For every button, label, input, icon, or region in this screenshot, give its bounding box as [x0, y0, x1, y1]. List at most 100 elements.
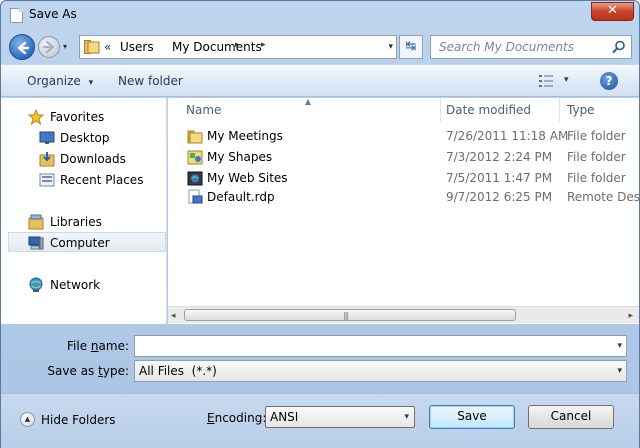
search-input[interactable]: Search My Documents [430, 35, 632, 59]
table-row[interactable]: My Shapes 7/3/2012 2:24 PM File folder [168, 147, 639, 167]
chevron-down-icon: ▾ [404, 412, 409, 422]
downloads-icon [39, 152, 55, 167]
file-name: My Web Sites [207, 171, 288, 185]
organize-label: Organize [27, 74, 81, 88]
hide-folders-button[interactable]: Hide Folders [41, 413, 116, 427]
forward-arrow-icon [42, 40, 55, 54]
label-accelerator: E [207, 411, 215, 425]
address-bar[interactable]: « Users ▸ My Documents ▸ ▾ [79, 35, 397, 59]
save-button[interactable]: Save [429, 405, 515, 429]
label-text: ncoding: [214, 411, 267, 425]
view-options-chevron-icon[interactable]: ▾ [564, 75, 569, 85]
sidebar-item-label: Desktop [60, 131, 110, 145]
sidebar-item-favorites[interactable]: Favorites [1, 107, 166, 127]
title-bar: Save As ✕ [1, 1, 639, 29]
label-text: File [67, 339, 91, 353]
column-header-name[interactable]: Name [186, 103, 221, 127]
column-divider[interactable] [440, 98, 441, 122]
table-row[interactable]: Default.rdp 9/7/2012 6:25 PM Remote Desk [168, 187, 640, 207]
dialog-footer: ▲ Hide Folders Encoding: ANSI ▾ Save Can… [1, 393, 639, 448]
save-as-type-label: Save as type: [21, 364, 129, 378]
sort-ascending-icon: ▲ [305, 97, 312, 106]
star-icon [28, 109, 44, 125]
overflow-chevron[interactable]: « [104, 40, 111, 54]
search-icon[interactable] [612, 40, 626, 54]
folder-icon [84, 40, 100, 54]
encoding-select[interactable]: ANSI ▾ [265, 406, 415, 428]
rdp-file-icon [188, 189, 203, 204]
navigation-bar: ▾ « Users ▸ My Documents ▸ ▾ ↹ Search My… [1, 29, 639, 63]
sidebar-item-downloads[interactable]: Downloads [1, 149, 166, 169]
scroll-right-icon[interactable]: ▸ [628, 311, 633, 321]
chevron-down-icon: ▾ [88, 78, 94, 88]
encoding-label: Encoding: [207, 411, 266, 425]
grip-icon: ||| [343, 311, 349, 320]
column-divider[interactable] [559, 98, 560, 122]
file-name: My Shapes [207, 150, 273, 164]
address-dropdown-icon[interactable]: ▾ [388, 42, 393, 52]
column-header-type[interactable]: Type [567, 103, 595, 127]
sidebar-item-desktop[interactable]: Desktop [1, 128, 166, 148]
file-date: 7/26/2011 11:18 AM [446, 129, 569, 143]
label-text: ame: [98, 339, 129, 353]
file-date: 9/7/2012 6:25 PM [446, 190, 553, 204]
libraries-icon [28, 214, 44, 230]
close-button[interactable]: ✕ [591, 2, 634, 21]
save-as-type-select[interactable]: All Files (*.*) ▾ [134, 360, 627, 382]
sidebar-item-label: Recent Places [60, 173, 144, 187]
command-bar: Organize ▾ New folder ▾ ? [1, 64, 639, 97]
scrollbar-thumb[interactable]: ||| [184, 309, 516, 321]
label-text: ype: [102, 364, 129, 378]
label-text: Save as [47, 364, 99, 378]
file-name: My Meetings [207, 129, 283, 143]
file-date: 7/3/2012 2:24 PM [446, 150, 553, 164]
shapes-folder-icon [187, 150, 203, 165]
refresh-button[interactable]: ↹ [399, 35, 423, 59]
sidebar-item-label: Downloads [60, 152, 126, 166]
scroll-left-icon[interactable]: ◂ [171, 311, 176, 321]
document-icon [10, 8, 23, 23]
organize-button[interactable]: Organize ▾ [27, 74, 93, 88]
new-folder-button[interactable]: New folder [118, 74, 183, 88]
breadcrumb-my-documents[interactable]: My Documents [172, 40, 262, 54]
table-row[interactable]: My Web Sites 7/5/2011 1:47 PM File folde… [168, 168, 639, 188]
navigation-pane: Favorites Desktop Downloads Recent Place… [1, 98, 167, 324]
breadcrumb-separator[interactable]: ▸ [261, 40, 266, 50]
selected-file-type: All Files (*.*) [139, 364, 217, 378]
refresh-icon: ↹ [405, 39, 417, 54]
file-date: 7/5/2011 1:47 PM [446, 171, 553, 185]
sidebar-item-computer[interactable]: Computer [8, 232, 166, 252]
window-title: Save As [29, 7, 77, 21]
view-icon[interactable] [538, 74, 554, 88]
cancel-button[interactable]: Cancel [528, 405, 614, 429]
chevron-down-icon: ▾ [617, 366, 622, 376]
close-icon: ✕ [607, 3, 618, 18]
back-arrow-icon [17, 41, 30, 55]
table-row[interactable]: My Meetings 7/26/2011 11:18 AM File fold… [168, 126, 639, 146]
back-button[interactable] [9, 34, 35, 60]
file-list: Name ▲ Date modified Type My Meetings 7/… [168, 97, 640, 324]
file-name-field[interactable]: ▾ [134, 335, 627, 357]
hide-folders-icon[interactable]: ▲ [20, 412, 35, 427]
file-name: Default.rdp [207, 190, 275, 204]
label-accelerator: n [90, 339, 99, 353]
breadcrumb-users[interactable]: Users [120, 40, 154, 54]
file-name-label: File name: [61, 339, 129, 353]
sidebar-item-label: Network [50, 278, 101, 292]
file-type: Remote Desk [567, 190, 640, 204]
sidebar-item-libraries[interactable]: Libraries [1, 212, 166, 232]
recent-locations-button[interactable]: ▾ [63, 42, 75, 52]
column-header-date-modified[interactable]: Date modified [446, 103, 531, 127]
sidebar-item-recent-places[interactable]: Recent Places [1, 170, 166, 190]
chevron-down-icon[interactable]: ▾ [617, 341, 622, 351]
sidebar-item-network[interactable]: Network [1, 275, 166, 295]
web-sites-folder-icon [187, 171, 203, 186]
encoding-value: ANSI [270, 410, 299, 424]
network-icon [29, 277, 43, 292]
sidebar-item-label: Favorites [50, 110, 105, 124]
help-button[interactable]: ? [600, 72, 618, 90]
save-as-dialog: Save As ✕ ▾ « Users ▸ My Documents ▸ ▾ ↹… [0, 0, 640, 448]
file-type: File folder [567, 129, 626, 143]
forward-button[interactable] [38, 36, 60, 58]
horizontal-scrollbar[interactable]: ◂ ||| ▸ [168, 306, 639, 323]
